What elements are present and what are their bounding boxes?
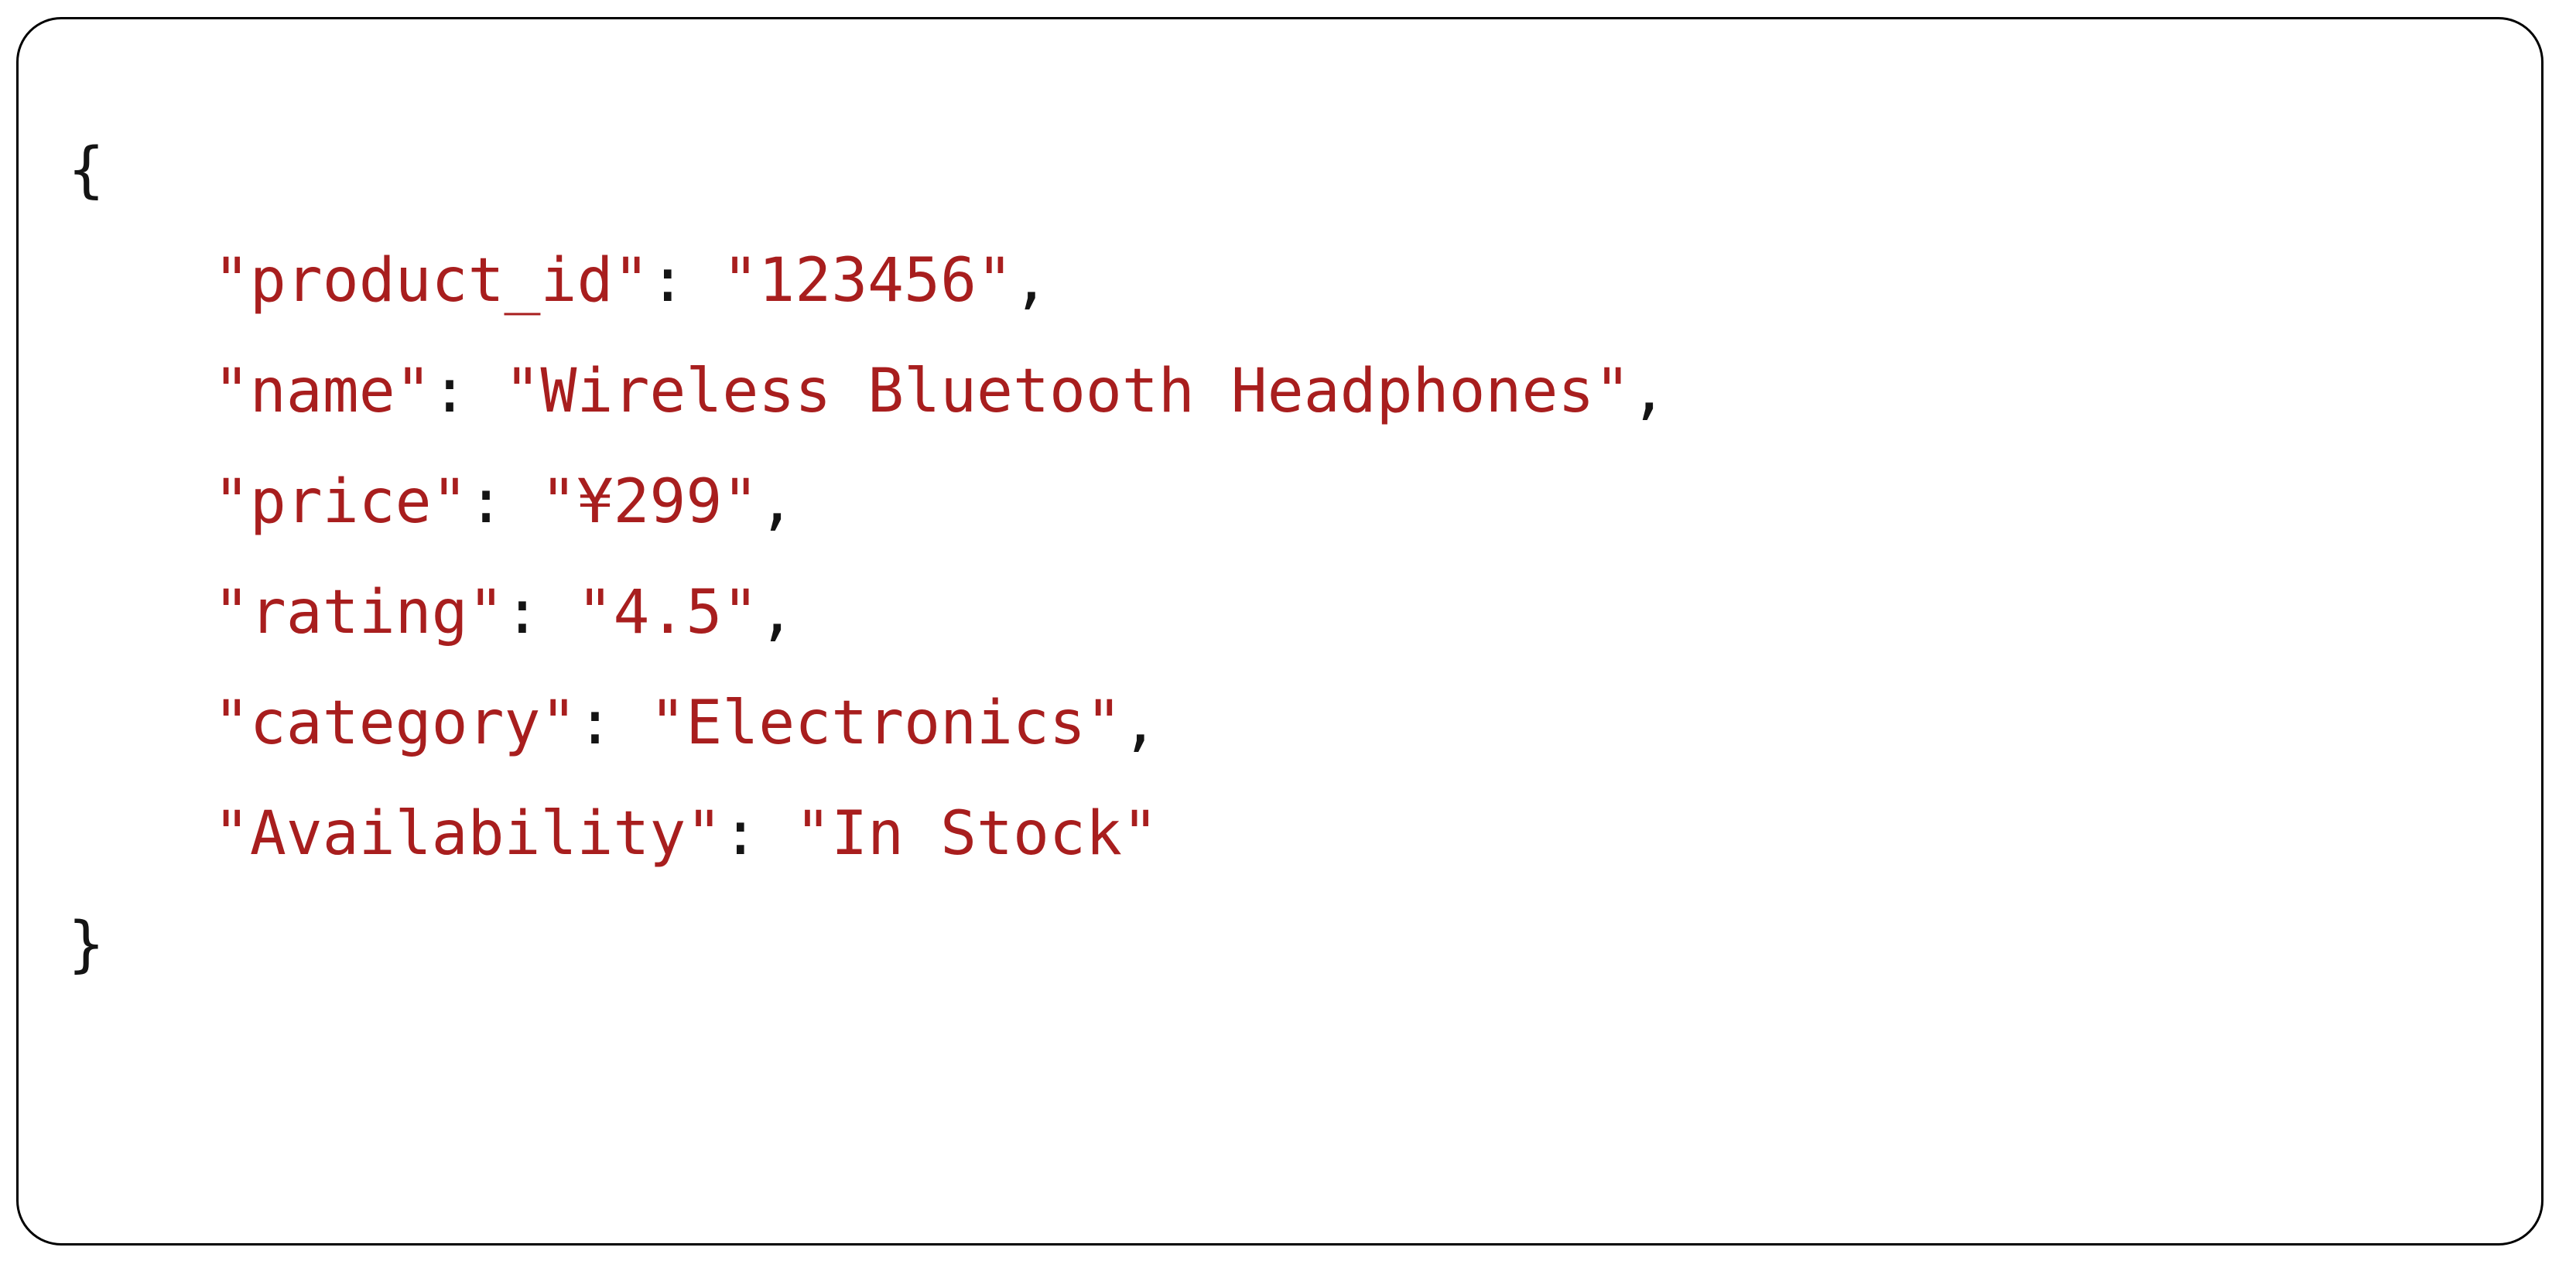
json-code-card: { "product_id": "123456", "name": "Wirel… (16, 17, 2544, 1246)
key-quote-open: " (213, 689, 250, 758)
key-rating: rating (249, 578, 468, 648)
code-line-name: "name": "Wireless Bluetooth Headphones", (68, 357, 1667, 426)
key-quote-close: " (686, 799, 723, 869)
value-quote-open: " (795, 799, 832, 869)
key-product-id: product_id (249, 246, 614, 316)
comma: , (758, 467, 795, 537)
code-line-price: "price": "¥299", (68, 467, 795, 537)
colon: : (722, 799, 759, 869)
key-category: category (249, 689, 541, 758)
value-product-id: 123456 (758, 246, 977, 316)
value-quote-open: " (576, 578, 614, 648)
key-quote-open: " (213, 357, 250, 426)
key-price: price (249, 467, 432, 537)
colon: : (431, 357, 468, 426)
value-quote-close: " (1085, 689, 1122, 758)
value-name: Wireless Bluetooth Headphones (540, 357, 1595, 426)
key-availability: Availability (249, 799, 686, 869)
open-brace: { (68, 135, 104, 205)
key-quote-close: " (467, 578, 505, 648)
comma: , (1121, 689, 1158, 758)
comma: , (1013, 246, 1049, 316)
value-quote-open: " (649, 689, 686, 758)
close-brace: } (68, 910, 104, 979)
key-quote-close: " (431, 467, 468, 537)
value-rating: 4.5 (613, 578, 723, 648)
json-code-block: { "product_id": "123456", "name": "Wirel… (68, 115, 2526, 1167)
value-availability: In Stock (831, 799, 1122, 869)
comma: , (1630, 357, 1668, 426)
value-quote-close: " (1594, 357, 1631, 426)
value-category: Electronics (686, 689, 1086, 758)
key-quote-close: " (395, 357, 432, 426)
key-quote-open: " (213, 467, 250, 537)
code-line-availability: "Availability": "In Stock" (68, 799, 1158, 869)
value-quote-open: " (722, 246, 759, 316)
code-line-category: "category": "Electronics", (68, 689, 1158, 758)
key-quote-close: " (540, 689, 577, 758)
value-quote-open: " (540, 467, 577, 537)
key-quote-open: " (213, 578, 250, 648)
code-line-open-brace: { (68, 135, 104, 205)
key-quote-close: " (613, 246, 650, 316)
colon: : (649, 246, 686, 316)
code-line-close-brace: } (68, 910, 104, 979)
key-quote-open: " (213, 246, 250, 316)
comma: , (758, 578, 795, 648)
colon: : (467, 467, 505, 537)
colon: : (504, 578, 541, 648)
key-name: name (249, 357, 395, 426)
value-quote-close: " (1121, 799, 1158, 869)
code-line-rating: "rating": "4.5", (68, 578, 795, 648)
colon: : (576, 689, 614, 758)
code-line-product-id: "product_id": "123456", (68, 246, 1049, 316)
value-quote-open: " (504, 357, 541, 426)
value-quote-close: " (977, 246, 1014, 316)
key-quote-open: " (213, 799, 250, 869)
value-price: ¥299 (576, 467, 723, 537)
value-quote-close: " (722, 578, 759, 648)
value-quote-close: " (722, 467, 759, 537)
